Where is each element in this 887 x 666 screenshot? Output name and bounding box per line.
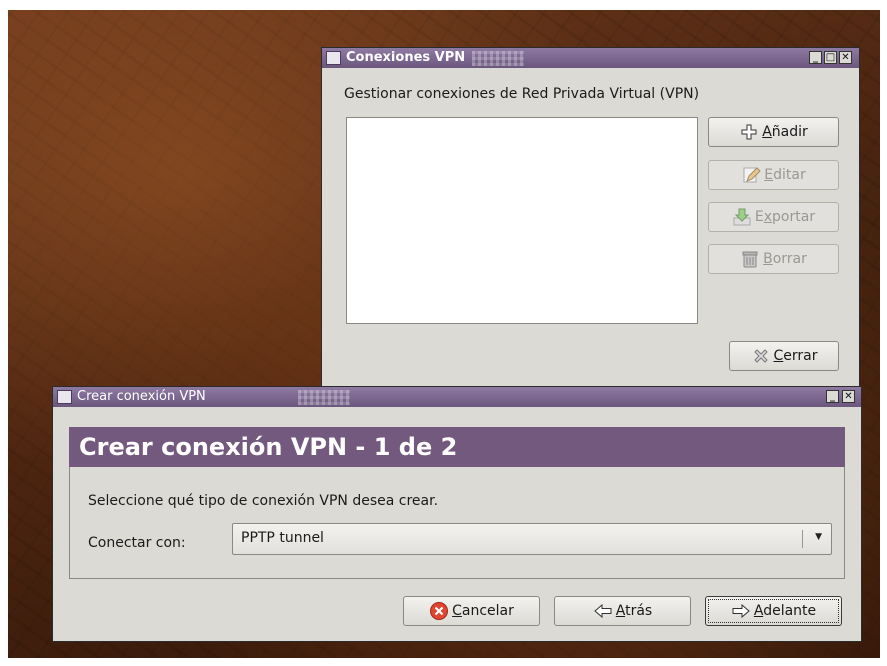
vpn-connections-list[interactable] <box>346 117 698 324</box>
edit-button-label: Editar <box>764 167 806 183</box>
close-button-label: Cerrar <box>773 348 818 364</box>
window-menu-icon[interactable] <box>326 51 341 65</box>
back-button[interactable]: Atrás <box>554 596 691 626</box>
cancel-button[interactable]: Cancelar <box>403 596 540 626</box>
vpn-connections-window: Conexiones VPN _ □ ✕ Gestionar conexione… <box>321 47 860 394</box>
title-texture-decoration <box>472 51 524 66</box>
close-x-icon <box>751 346 771 366</box>
delete-button[interactable]: Borrar <box>708 244 839 274</box>
trash-icon <box>740 249 760 269</box>
close-icon[interactable]: ✕ <box>839 51 852 64</box>
back-button-label: Atrás <box>615 603 653 619</box>
edit-button[interactable]: Editar <box>708 160 839 190</box>
add-button[interactable]: Añadir <box>708 117 839 147</box>
dropdown-separator <box>802 530 803 548</box>
screenshot-frame: Conexiones VPN _ □ ✕ Gestionar conexione… <box>0 0 887 666</box>
connection-type-prompt: Seleccione qué tipo de conexión VPN dese… <box>88 493 439 509</box>
forward-button[interactable]: Adelante <box>705 596 842 626</box>
vpn-description: Gestionar conexiones de Red Privada Virt… <box>344 86 700 102</box>
connection-type-value: PPTP tunnel <box>241 530 324 546</box>
dropdown-arrow-icon[interactable]: ▼ <box>815 532 822 542</box>
window-menu-icon[interactable] <box>57 390 72 404</box>
minimize-icon[interactable]: _ <box>809 51 822 64</box>
connection-type-dropdown[interactable]: PPTP tunnel ▼ <box>232 523 832 555</box>
cancel-icon <box>429 601 449 621</box>
add-icon <box>739 122 759 142</box>
create-vpn-window: Crear conexión VPN _ ✕ Crear conexión VP… <box>52 386 862 642</box>
vpn-window-titlebar[interactable]: Conexiones VPN _ □ ✕ <box>322 48 859 68</box>
cancel-button-label: Cancelar <box>452 603 514 619</box>
create-window-titlebar[interactable]: Crear conexión VPN _ ✕ <box>53 387 861 407</box>
connect-with-label: Conectar con: <box>88 535 186 551</box>
close-window-button[interactable]: Cerrar <box>729 341 839 371</box>
delete-button-label: Borrar <box>763 251 807 267</box>
edit-icon <box>741 165 761 185</box>
title-texture-decoration <box>298 390 350 405</box>
close-icon[interactable]: ✕ <box>842 390 855 403</box>
vpn-window-title: Conexiones VPN <box>346 50 466 65</box>
back-arrow-icon <box>593 601 613 621</box>
forward-button-label: Adelante <box>753 603 817 619</box>
wizard-content-panel: Seleccione qué tipo de conexión VPN dese… <box>69 467 845 579</box>
add-button-label: Añadir <box>762 124 808 140</box>
minimize-icon[interactable]: _ <box>826 390 839 403</box>
export-button[interactable]: Exportar <box>708 202 839 232</box>
wizard-header: Crear conexión VPN - 1 de 2 <box>69 427 845 467</box>
create-window-title: Crear conexión VPN <box>77 389 206 404</box>
maximize-icon[interactable]: □ <box>824 51 837 64</box>
export-button-label: Exportar <box>754 209 816 225</box>
export-icon <box>732 207 752 227</box>
forward-arrow-icon <box>731 601 751 621</box>
